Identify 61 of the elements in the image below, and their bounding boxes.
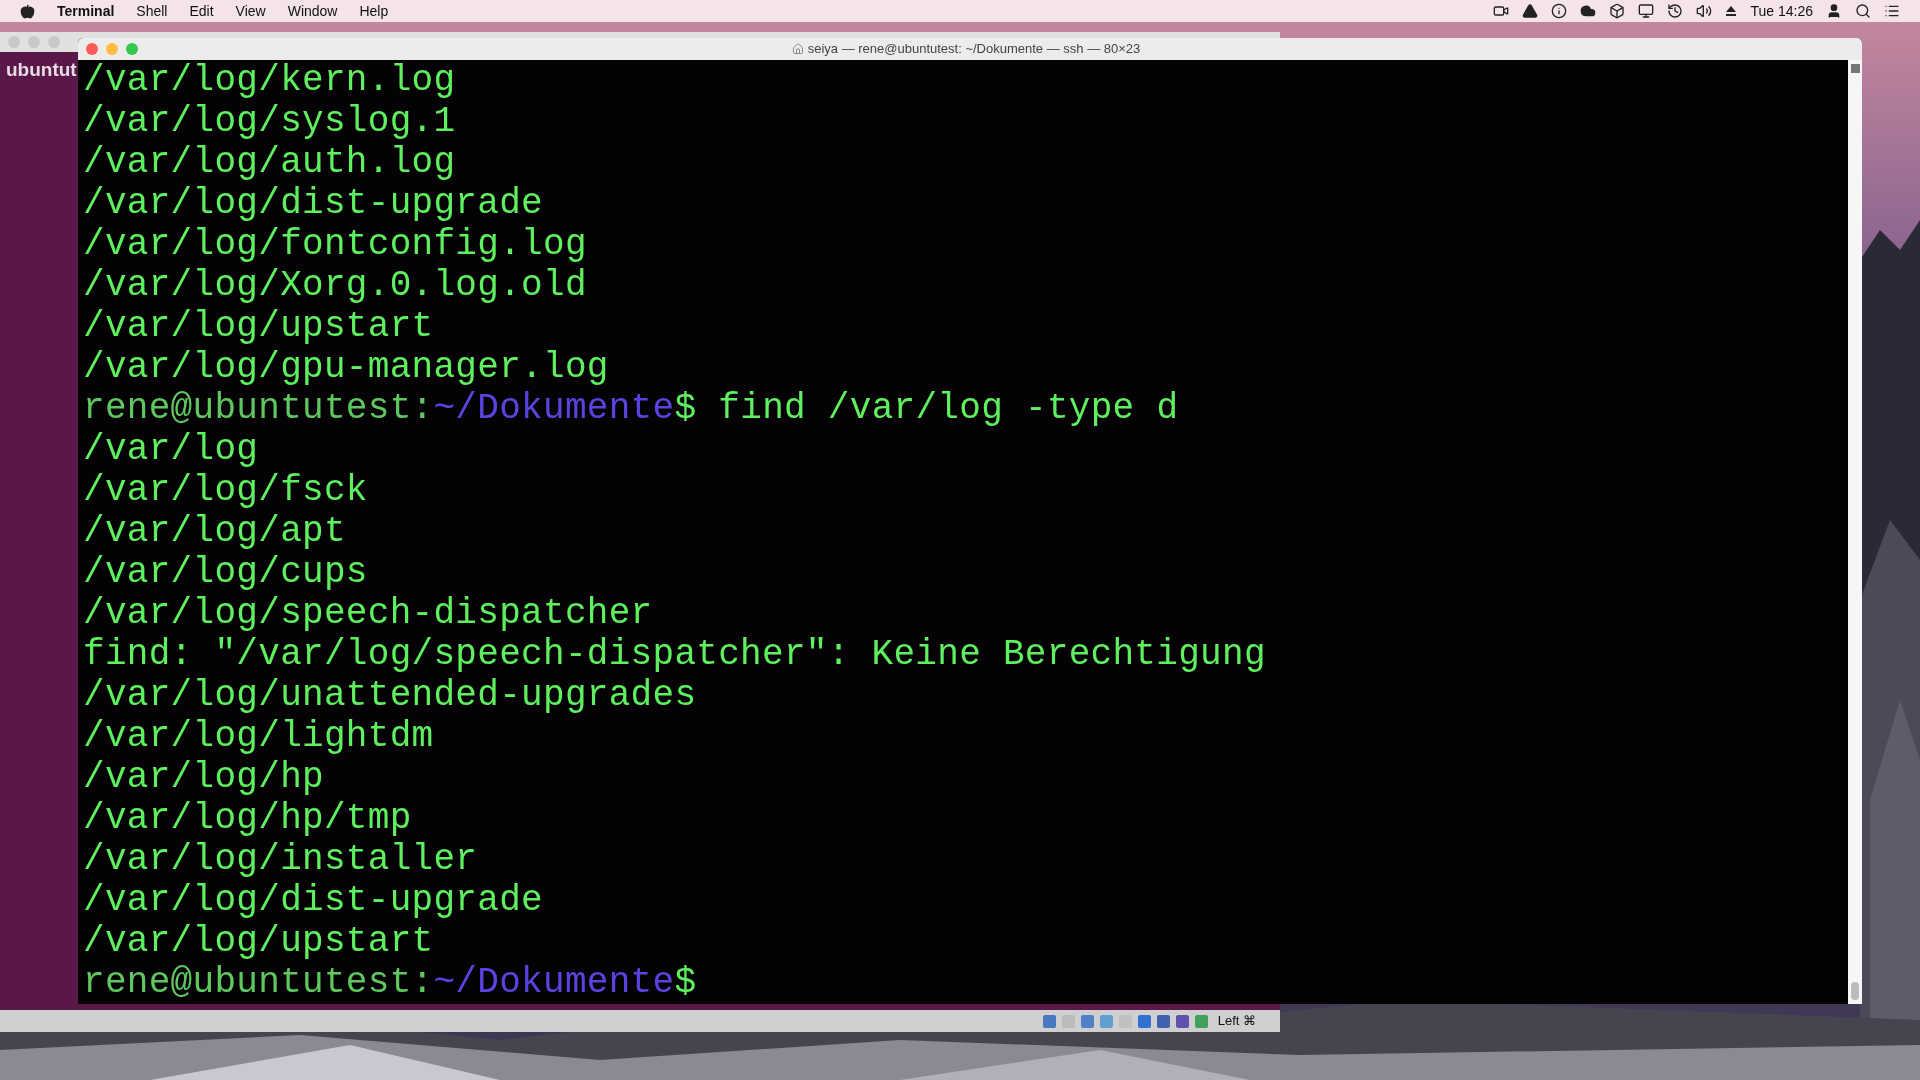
status-text: Left ⌘ [1217,1012,1256,1031]
menu-clock[interactable]: Tue 14:26 [1750,0,1813,22]
output-line: find: "/var/log/speech-dispatcher": Keine Berechtigung [83,634,1267,675]
output-line: /var/log/Xorg.0.log.old [83,265,588,306]
prompt-path: ~/Dokumente [433,962,675,1003]
close-button[interactable] [86,43,98,55]
output-line: /var/log/upstart [83,921,435,962]
prompt-symbol: $ [674,388,697,429]
scroll-thumb[interactable] [1851,982,1859,1000]
prompt-user: rene@ubuntutest: [83,388,434,429]
status-icon[interactable] [1080,1014,1094,1028]
prompt-user: rene@ubuntutest: [83,962,434,1003]
menu-item[interactable]: View [235,0,266,22]
output-line: /var/log/auth.log [83,142,457,183]
menu-item[interactable]: Window [287,0,338,22]
home-icon [791,43,804,55]
status-icon[interactable] [1175,1014,1189,1028]
output-line: /var/log/upstart [83,306,435,347]
info-icon[interactable] [1551,3,1568,19]
app-menu[interactable]: Terminal [57,0,115,22]
status-icon[interactable] [1137,1014,1151,1028]
output-line: /var/log/hp [83,757,325,798]
scrollbar[interactable] [1848,60,1862,1004]
user-icon[interactable] [1826,3,1842,19]
search-icon[interactable] [1855,3,1871,19]
camera-icon[interactable] [1493,3,1510,19]
status-icon[interactable] [1194,1014,1208,1028]
eject-icon[interactable] [1725,5,1738,17]
monitor-icon[interactable] [1638,3,1655,19]
cloud-icon[interactable] [1580,3,1597,19]
menu-item[interactable]: Edit [189,0,214,22]
menu-item[interactable]: Help [359,0,389,22]
output-line: /var/log/speech-dispatcher [83,593,654,634]
output-line: /var/log/cups [83,552,369,593]
output-line: /var/log/syslog.1 [83,101,457,142]
output-line: /var/log/apt [83,511,347,552]
triangle-icon[interactable] [1522,3,1539,19]
output-line: /var/log/hp/tmp [83,798,413,839]
command-text: find /var/log -type d [717,388,1179,429]
status-icon[interactable] [1042,1014,1056,1028]
prompt-path: ~/Dokumente [433,388,675,429]
output-line: /var/log/fsck [83,470,369,511]
output-line: /var/log/unattended-upgrades [83,675,698,716]
sidebar-label: ubuntut [6,59,77,80]
output-line: /var/log/dist-upgrade [83,880,544,921]
output-line: /var/log/installer [83,839,479,880]
window-title: seiya — rene@ubuntutest: ~/Dokumente — ssh — 80×23 [807,40,1141,59]
status-icon[interactable] [1156,1014,1170,1028]
history-icon[interactable] [1667,3,1684,19]
output-line: /var/log/lightdm [83,716,435,757]
output-line: /var/log/dist-upgrade [83,183,544,224]
apple-icon[interactable] [20,3,35,19]
output-line: /var/log [83,429,260,470]
menu-item[interactable]: Shell [136,0,168,22]
list-icon[interactable] [1884,3,1900,19]
box-icon[interactable] [1609,3,1626,19]
output-line: /var/log/gpu-manager.log [83,347,610,388]
prompt-symbol: $ [674,962,697,1003]
volume-icon[interactable] [1696,3,1713,19]
output-line: /var/log/fontconfig.log [83,224,588,265]
output-line: /var/log/kern.log [83,60,457,101]
